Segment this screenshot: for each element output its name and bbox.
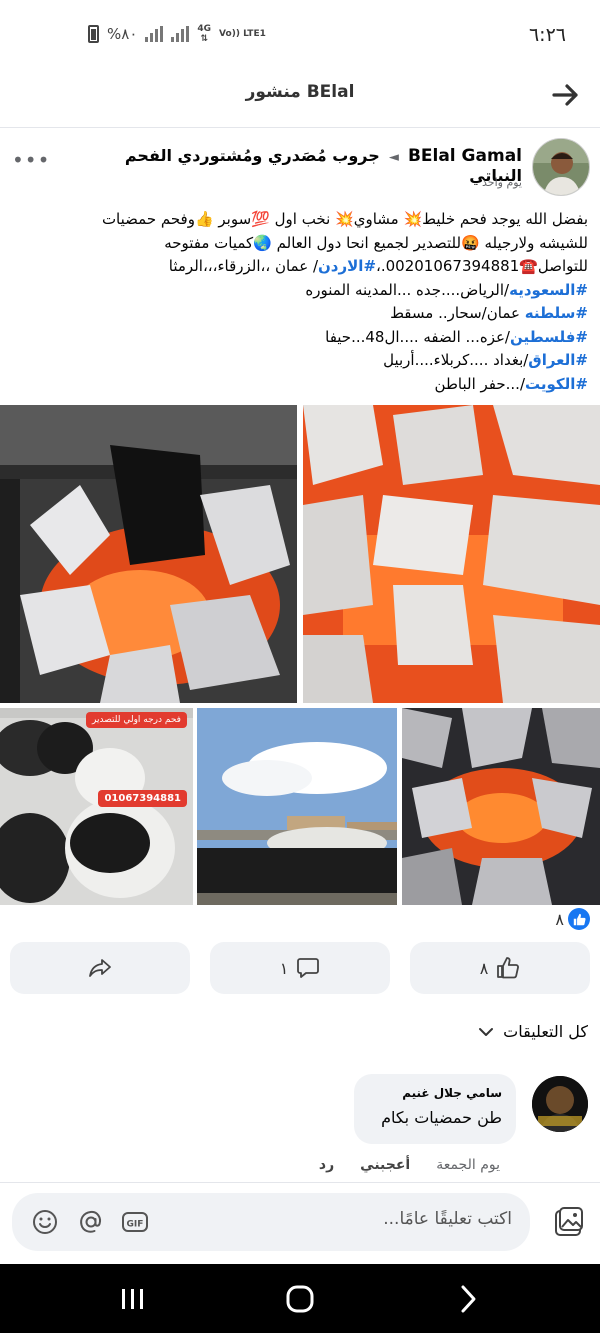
hashtag-link[interactable]: #الاردن	[318, 257, 376, 275]
post-line: #الكويت/...حفر الباطن	[434, 374, 588, 393]
thumbs-up-icon	[497, 957, 520, 979]
comment-reply-button[interactable]: رد	[319, 1157, 334, 1173]
post-photo[interactable]	[402, 708, 600, 905]
post-time[interactable]: يوم واحد	[482, 176, 522, 189]
more-options-icon[interactable]: •••	[12, 148, 50, 172]
comment-bubble-icon	[297, 958, 320, 978]
gif-icon[interactable]: GIF	[120, 1207, 150, 1237]
home-icon[interactable]	[282, 1282, 318, 1316]
post-header: BElal Gamal ◄ جروب مُصَدري ومُشتوردي الف…	[92, 146, 522, 185]
post-photo[interactable]: فحم درجه اولي للتصدير 01067394881	[0, 708, 193, 905]
comment-count: ١	[279, 958, 289, 978]
photo-phone-label: 01067394881	[98, 790, 187, 807]
comment-bubble: سامي جلال غنيم طن حمضيات بكام	[354, 1074, 516, 1144]
comment-composer[interactable]: GIF	[12, 1193, 530, 1251]
commenter-avatar[interactable]	[532, 1076, 588, 1132]
comment-composer-bar: GIF	[0, 1182, 600, 1264]
reaction-count: ٨	[555, 909, 564, 929]
post-photo[interactable]	[197, 708, 397, 905]
back-arrow-icon[interactable]	[548, 78, 582, 112]
like-button[interactable]: ٨	[410, 942, 590, 994]
comment-button[interactable]: ١	[210, 942, 390, 994]
share-button[interactable]	[10, 942, 190, 994]
post-line: بفضل الله يوجد فحم خليط💥 مشاوي💥 نخب اول …	[101, 210, 588, 228]
back-icon[interactable]	[450, 1282, 486, 1316]
post-author[interactable]: BElal Gamal	[408, 146, 522, 166]
commenter-name[interactable]: سامي جلال غنيم	[368, 1086, 502, 1100]
mention-icon[interactable]	[76, 1207, 106, 1237]
comment-meta: يوم الجمعة أعجبني رد	[319, 1157, 500, 1173]
status-bar: %٨٠ 4G ⇅ Vo)) LTE1 ٦:٢٦	[0, 0, 600, 72]
svg-text:GIF: GIF	[127, 1220, 144, 1230]
page-title: منشور BElal	[245, 82, 355, 102]
recent-apps-icon[interactable]	[115, 1282, 151, 1316]
comments-filter[interactable]: كل التعليقات	[477, 1022, 588, 1041]
author-avatar[interactable]	[532, 138, 590, 196]
post-line: #العراق/بغداد ....كربلاء....أربيل	[383, 351, 588, 369]
battery-icon	[88, 25, 99, 43]
post-line: للشيشه ولارجيله 🤬للتصدير لجميع انحا دول …	[164, 233, 588, 252]
post-photo[interactable]	[0, 405, 297, 703]
network-type: 4G ⇅	[197, 24, 212, 44]
signal-icon	[145, 26, 164, 42]
lte-indicator: Vo)) LTE1	[219, 29, 266, 39]
chevron-down-icon	[479, 1027, 494, 1036]
hashtag-link[interactable]: #فلسطين	[510, 328, 588, 346]
status-icons: %٨٠ 4G ⇅ Vo)) LTE1	[88, 24, 266, 44]
post-body: بفضل الله يوجد فحم خليط💥 مشاوي💥 نخب اول …	[12, 208, 588, 396]
comment-text: طن حمضيات بكام	[381, 1108, 502, 1127]
reaction-summary[interactable]: ٨	[555, 908, 590, 930]
photo-badge: فحم درجه اولي للتصدير	[86, 712, 187, 728]
post-line: #سلطنه عمان/سحار.. مسقط	[390, 304, 588, 322]
hashtag-link[interactable]: #الكويت	[525, 375, 588, 393]
battery-level: %٨٠	[107, 25, 138, 43]
post-line: للتواصل☎️00201067394881.،#الاردن/ عمان ،…	[168, 257, 588, 275]
like-count: ٨	[479, 958, 489, 978]
comment-like-button[interactable]: أعجبني	[360, 1157, 410, 1173]
hashtag-link[interactable]: #سلطنه	[525, 304, 588, 322]
post-line: #السعوديه/الرياض....جده ...المدينه المنو…	[305, 280, 588, 299]
emoji-icon[interactable]	[30, 1207, 60, 1237]
hashtag-link[interactable]: #السعوديه	[509, 281, 588, 299]
post-line: #فلسطين/عزه... الضفه ....ال48...حيفا	[325, 327, 588, 346]
status-time: ٦:٢٦	[528, 24, 566, 46]
post-photo[interactable]	[303, 405, 600, 703]
like-reaction-icon	[568, 908, 590, 930]
share-arrow-icon	[89, 959, 111, 977]
comment-time: يوم الجمعة	[436, 1157, 500, 1173]
comment-input[interactable]	[192, 1209, 512, 1229]
system-nav-bar	[0, 1264, 600, 1333]
photo-attach-icon[interactable]	[552, 1205, 586, 1239]
signal-icon-2	[171, 26, 190, 42]
arrow-right-icon: ◄	[388, 150, 399, 165]
hashtag-link[interactable]: #العراق	[528, 351, 588, 369]
comments-filter-label: كل التعليقات	[503, 1022, 588, 1041]
top-bar: منشور BElal	[0, 72, 600, 128]
